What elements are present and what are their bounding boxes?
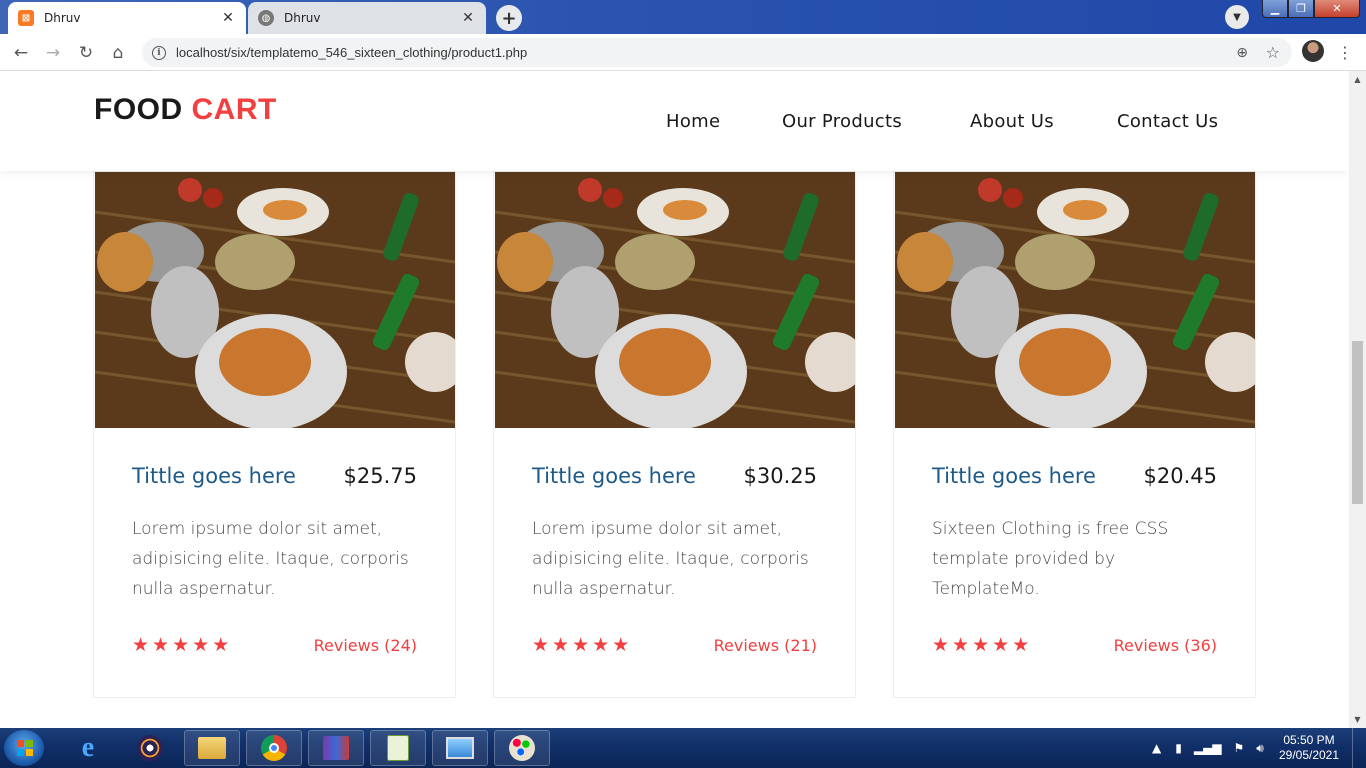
star-icon: ★ [932, 634, 950, 656]
star-icon: ★ [532, 634, 550, 656]
logo-text-cart: CART [191, 93, 277, 126]
nav-our-products[interactable]: Our Products [782, 111, 902, 132]
product-description: Lorem ipsume dolor sit amet, adipisicing… [532, 519, 809, 599]
chrome-icon[interactable] [246, 730, 302, 766]
star-icon: ★ [552, 634, 570, 656]
file-explorer-icon[interactable] [184, 730, 240, 766]
close-icon[interactable]: ✕ [220, 10, 236, 26]
more-menu-icon[interactable]: ⋮ [1337, 40, 1353, 64]
tab-title: Dhruv [284, 11, 321, 25]
zoom-icon[interactable]: ⊕ [1236, 45, 1248, 61]
reviews-count: Reviews (21) [713, 636, 817, 655]
close-icon[interactable]: ✕ [460, 10, 476, 26]
product-title[interactable]: Tittle goes here [532, 464, 696, 488]
star-icon: ★ [972, 634, 990, 656]
product-title[interactable]: Tittle goes here [932, 464, 1096, 488]
browser-tab-inactive[interactable]: ◍ Dhruv ✕ [248, 2, 486, 34]
photo-viewer-icon[interactable] [432, 730, 488, 766]
nav-home[interactable]: Home [666, 111, 720, 132]
star-rating: ★ ★ ★ ★ ★ [132, 634, 229, 656]
site-header: FOOD CART Home Our Products About Us Con… [0, 71, 1349, 171]
food-photo [495, 172, 855, 428]
winrar-icon[interactable] [308, 730, 364, 766]
browser-toolbar: ← → ↻ ⌂ i localhost/six/templatemo_546_s… [0, 34, 1366, 71]
windows-logo-icon [17, 740, 33, 756]
scrollbar-thumb[interactable] [1352, 341, 1363, 504]
show-hidden-icons-icon[interactable]: ▲ [1152, 741, 1161, 755]
new-tab-button[interactable]: + [496, 5, 522, 31]
clock-time: 05:50 PM [1283, 733, 1335, 747]
page-scrollbar[interactable]: ▲ ▼ [1349, 71, 1366, 728]
window-close-button[interactable]: ✕ [1314, 0, 1360, 18]
product-card[interactable]: Tittle goes here $30.25 Lorem ipsume dol… [493, 171, 856, 698]
star-icon: ★ [612, 634, 630, 656]
product-price: $20.45 [1143, 464, 1217, 488]
food-photo [95, 172, 455, 428]
home-icon[interactable]: ⌂ [106, 41, 130, 65]
reload-icon[interactable]: ↻ [74, 41, 98, 65]
product-description: Sixteen Clothing is free CSS template pr… [932, 519, 1169, 599]
back-arrow-icon[interactable]: ← [9, 41, 33, 65]
star-rating: ★ ★ ★ ★ ★ [532, 634, 629, 656]
star-icon: ★ [212, 634, 230, 656]
profile-avatar[interactable] [1302, 40, 1324, 62]
system-tray: ▲ ▮ ▂▄▆ ⚑ 🔊︎ [1152, 728, 1264, 768]
site-logo[interactable]: FOOD CART [94, 93, 277, 127]
product-description: Lorem ipsume dolor sit amet, adipisicing… [132, 519, 409, 599]
start-button[interactable] [4, 730, 44, 766]
nav-contact-us[interactable]: Contact Us [1117, 111, 1218, 132]
browser-tab-strip: ⊠ Dhruv ✕ ◍ Dhruv ✕ + ▼ ▁ ❐ ✕ [0, 0, 1366, 34]
tab-title: Dhruv [44, 11, 81, 25]
volume-icon[interactable]: 🔊︎ [1256, 741, 1264, 756]
reviews-count: Reviews (24) [313, 636, 417, 655]
battery-icon[interactable]: ▮ [1175, 741, 1182, 755]
bookmark-star-icon[interactable]: ☆ [1266, 43, 1280, 62]
windows-taskbar: e ▲ ▮ ▂▄▆ ⚑ 🔊︎ 05:50 PM 29/05/2021 [0, 728, 1366, 768]
star-icon: ★ [172, 634, 190, 656]
star-icon: ★ [592, 634, 610, 656]
reviews-count: Reviews (36) [1113, 636, 1217, 655]
action-center-flag-icon[interactable]: ⚑ [1234, 741, 1245, 755]
star-rating: ★ ★ ★ ★ ★ [932, 634, 1029, 656]
product-title[interactable]: Tittle goes here [132, 464, 296, 488]
food-photo [895, 172, 1255, 428]
internet-explorer-icon[interactable]: e [60, 730, 116, 766]
star-icon: ★ [192, 634, 210, 656]
star-icon: ★ [1012, 634, 1030, 656]
address-bar[interactable]: i localhost/six/templatemo_546_sixteen_c… [142, 38, 1292, 67]
taskbar-clock[interactable]: 05:50 PM 29/05/2021 [1272, 733, 1346, 763]
product-price: $25.75 [343, 464, 417, 488]
star-icon: ★ [572, 634, 590, 656]
network-signal-icon[interactable]: ▂▄▆ [1194, 741, 1222, 755]
paint-icon[interactable] [494, 730, 550, 766]
product-price: $30.25 [743, 464, 817, 488]
product-card[interactable]: Tittle goes here $20.45 Sixteen Clothing… [893, 171, 1256, 698]
star-icon: ★ [152, 634, 170, 656]
globe-favicon-icon: ◍ [258, 10, 274, 26]
notepad-plus-icon[interactable] [370, 730, 426, 766]
maximize-button[interactable]: ❐ [1288, 0, 1314, 18]
info-icon[interactable]: i [152, 45, 166, 60]
product-image[interactable] [495, 172, 855, 428]
page-viewport: FOOD CART Home Our Products About Us Con… [0, 71, 1349, 728]
show-desktop-button[interactable] [1352, 728, 1366, 768]
star-icon: ★ [992, 634, 1010, 656]
browser-tab-active[interactable]: ⊠ Dhruv ✕ [8, 2, 246, 34]
star-icon: ★ [952, 634, 970, 656]
eclipse-icon[interactable] [122, 730, 178, 766]
logo-text-food: FOOD [94, 93, 183, 126]
scroll-down-arrow-icon[interactable]: ▼ [1349, 711, 1366, 728]
forward-arrow-icon[interactable]: → [41, 41, 65, 65]
product-card[interactable]: Tittle goes here $25.75 Lorem ipsume dol… [93, 171, 456, 698]
product-image[interactable] [895, 172, 1255, 428]
tab-search-icon[interactable]: ▼ [1225, 5, 1249, 29]
nav-about-us[interactable]: About Us [970, 111, 1054, 132]
product-image[interactable] [95, 172, 455, 428]
url-text[interactable]: localhost/six/templatemo_546_sixteen_clo… [176, 45, 527, 60]
xampp-favicon-icon: ⊠ [18, 10, 34, 26]
minimize-button[interactable]: ▁ [1262, 0, 1288, 18]
clock-date: 29/05/2021 [1278, 748, 1340, 762]
star-icon: ★ [132, 634, 150, 656]
scroll-up-arrow-icon[interactable]: ▲ [1349, 71, 1366, 88]
